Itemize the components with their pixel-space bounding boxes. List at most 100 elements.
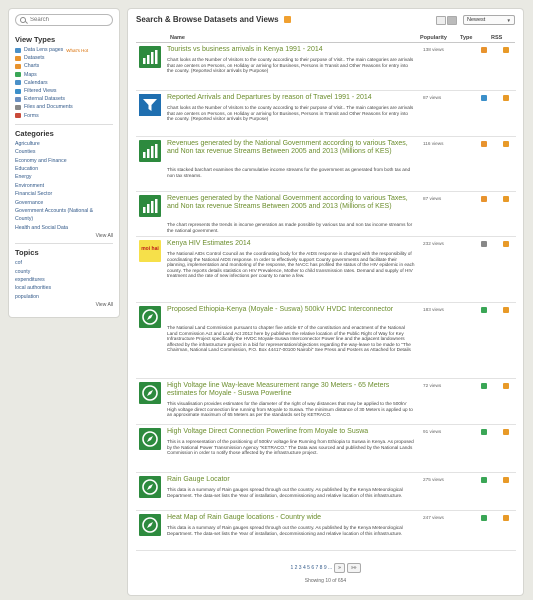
category-link[interactable]: Counties xyxy=(15,148,113,156)
dataset-title-link[interactable]: Rain Gauge Locator xyxy=(167,476,415,484)
dataset-title-link[interactable]: Heat Map of Rain Gauge locations - Count… xyxy=(167,514,415,522)
pagination: 1 2 3 4 5 6 7 8 9 ... » »» xyxy=(128,563,523,573)
dataset-icon xyxy=(15,55,21,61)
compass-icon[interactable] xyxy=(139,428,161,450)
view-type-data-lens-pages[interactable]: Data Lens pages What's Hot xyxy=(15,46,113,54)
page-links[interactable]: 1 2 3 4 5 6 7 8 9 ... xyxy=(290,565,332,571)
compass-icon[interactable] xyxy=(139,382,161,404)
logo-icon[interactable]: moi hai xyxy=(139,240,161,262)
view-type-label: External Datasets xyxy=(24,96,65,103)
rss-icon[interactable] xyxy=(503,47,509,53)
dataset-title-link[interactable]: Proposed Ethiopia-Kenya (Moyale - Suswa)… xyxy=(167,306,415,314)
dataset-description: This visualisation provides estimates fo… xyxy=(167,401,413,418)
popularity-count: 275 views xyxy=(423,477,444,482)
popularity-count: 247 views xyxy=(423,515,444,520)
rss-icon[interactable] xyxy=(503,515,509,521)
topic-link[interactable]: county xyxy=(15,268,113,276)
browse-header: Search & Browse Datasets and Views Newes… xyxy=(128,9,523,33)
column-name[interactable]: Name xyxy=(170,35,185,41)
column-rss: RSS xyxy=(491,34,503,41)
topic-link[interactable]: expenditures xyxy=(15,276,113,284)
sort-select[interactable]: Newest ▼ xyxy=(463,15,515,25)
category-link[interactable]: Energy xyxy=(15,173,113,181)
last-page-button[interactable]: »» xyxy=(346,563,361,573)
view-type-label: Filtered Views xyxy=(24,88,57,95)
rss-feed-icon[interactable] xyxy=(283,16,291,23)
dataset-title-link[interactable]: Tourists vs business arrivals in Kenya 1… xyxy=(167,46,415,54)
dataset-description: This stacked barchart examines the cummu… xyxy=(167,167,411,178)
whats-hot-badge[interactable]: What's Hot xyxy=(66,48,88,53)
topics-list: cof county expenditures local authorities po… xyxy=(15,259,113,301)
rss-icon[interactable] xyxy=(503,95,509,101)
compass-icon[interactable] xyxy=(139,514,161,536)
category-link[interactable]: Financial Sector xyxy=(15,190,113,198)
view-type-maps[interactable]: Maps xyxy=(15,71,113,79)
dataset-description: This is a representation of the position… xyxy=(167,439,414,456)
category-link[interactable]: Government Accounts (National & xyxy=(15,207,113,215)
popularity-count: 87 views xyxy=(423,95,442,100)
rss-icon[interactable] xyxy=(503,241,509,247)
rss-icon[interactable] xyxy=(503,196,509,202)
dataset-description: This data is a summary of Rain gauges sp… xyxy=(167,487,403,498)
dataset-title-link[interactable]: Reported Arrivals and Departures by reas… xyxy=(167,94,415,102)
dataset-title-link[interactable]: High Voltage Direct Connection Powerline… xyxy=(167,428,415,436)
view-type-external-datasets[interactable]: External Datasets xyxy=(15,95,113,103)
category-link[interactable]: Environment xyxy=(15,182,113,190)
list-view-button[interactable] xyxy=(447,16,457,25)
external-icon xyxy=(15,96,21,102)
view-type-filtered-views[interactable]: Filtered Views xyxy=(15,87,113,95)
divider xyxy=(15,123,113,125)
dataset-row: Proposed Ethiopia-Kenya (Moyale - Suswa)… xyxy=(136,303,516,379)
view-type-files-and-documents[interactable]: Files and Documents xyxy=(15,103,113,111)
column-popularity[interactable]: Popularity xyxy=(420,35,447,41)
view-type-calendars[interactable]: Calendars xyxy=(15,79,113,87)
chart-icon xyxy=(481,196,487,202)
grid-view-button[interactable] xyxy=(436,16,446,25)
categories-view-all-link[interactable]: View All xyxy=(15,233,113,239)
chart-icon xyxy=(481,141,487,147)
view-type-charts[interactable]: Charts xyxy=(15,62,113,70)
rss-icon[interactable] xyxy=(503,141,509,147)
view-type-datasets[interactable]: Datasets xyxy=(15,54,113,62)
column-type[interactable]: Type xyxy=(460,35,472,41)
topic-link[interactable]: local authorities xyxy=(15,284,113,292)
dataset-title-link[interactable]: High Voltage line Way-leave Measurement … xyxy=(167,382,415,398)
rss-icon[interactable] xyxy=(503,383,509,389)
popularity-count: 87 views xyxy=(423,196,442,201)
topic-link[interactable]: cof xyxy=(15,259,113,267)
search-input[interactable] xyxy=(30,17,110,23)
chart-icon xyxy=(481,47,487,53)
dataset-title-link[interactable]: Revenues generated by the National Gover… xyxy=(167,140,415,156)
compass-icon[interactable] xyxy=(139,476,161,498)
category-link[interactable]: Agriculture xyxy=(15,140,113,148)
topic-link[interactable]: population xyxy=(15,293,113,301)
logo-text: moi hai xyxy=(141,246,159,252)
category-link[interactable]: Health and Social Data xyxy=(15,224,113,232)
bar-chart-icon[interactable] xyxy=(139,140,161,162)
categories-heading: Categories xyxy=(15,128,54,138)
sort-select-value: Newest xyxy=(467,17,486,23)
search-box[interactable] xyxy=(15,14,113,26)
dataset-row: High Voltage Direct Connection Powerline… xyxy=(136,425,516,473)
category-link[interactable]: Governance xyxy=(15,199,113,207)
topics-heading: Topics xyxy=(15,248,39,258)
bar-chart-icon[interactable] xyxy=(139,46,161,68)
category-link[interactable]: County) xyxy=(15,215,113,223)
dataset-title-link[interactable]: Kenya HIV Estimates 2014 xyxy=(167,240,415,248)
view-type-label: Files and Documents xyxy=(24,104,73,111)
table-header: Name Popularity Type RSS xyxy=(136,33,515,43)
bar-chart-icon[interactable] xyxy=(139,195,161,217)
dataset-title-link[interactable]: Revenues generated by the National Gover… xyxy=(167,195,415,211)
rss-icon[interactable] xyxy=(503,477,509,483)
compass-icon[interactable] xyxy=(139,306,161,328)
topics-view-all-link[interactable]: View All xyxy=(15,302,113,308)
next-page-button[interactable]: » xyxy=(334,563,345,573)
view-types-heading: View Types xyxy=(15,35,56,44)
category-link[interactable]: Education xyxy=(15,165,113,173)
filter-icon[interactable] xyxy=(139,94,161,116)
dataset-row: Heat Map of Rain Gauge locations - Count… xyxy=(136,511,516,551)
view-type-forms[interactable]: Forms xyxy=(15,112,113,120)
rss-icon[interactable] xyxy=(503,307,509,313)
category-link[interactable]: Economy and Finance xyxy=(15,157,113,165)
rss-icon[interactable] xyxy=(503,429,509,435)
